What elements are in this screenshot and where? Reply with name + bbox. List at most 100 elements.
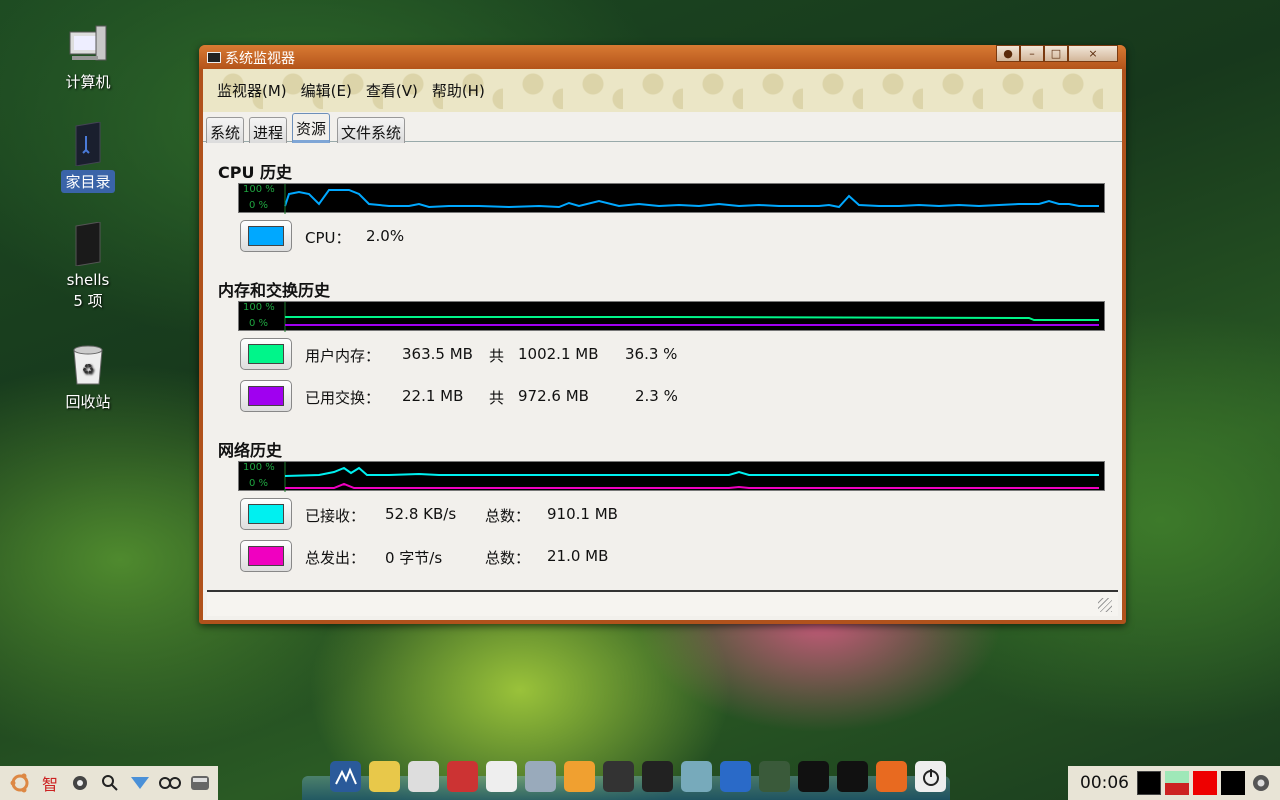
desktop-icon-home[interactable]: 家目录 <box>48 121 128 193</box>
clock[interactable]: 00:06 <box>1080 773 1129 793</box>
resize-grip-icon[interactable] <box>1098 598 1112 612</box>
qq-penguin-icon[interactable] <box>642 761 673 792</box>
system-monitor-window: 系统监视器 ● – □ × 监视器(M) 编辑(E) 查看(V) 帮助(H) 系… <box>199 45 1126 624</box>
menu-view[interactable]: 查看(V) <box>366 80 418 101</box>
video-clapper-icon[interactable] <box>447 761 478 792</box>
search-icon[interactable] <box>98 771 122 795</box>
network-history-title: 网络历史 <box>218 441 283 460</box>
received-total: 910.1 MB <box>547 505 618 523</box>
screen-icon[interactable] <box>759 761 790 792</box>
tab-resources[interactable]: 资源 <box>292 113 331 143</box>
menu-monitor[interactable]: 监视器(M) <box>217 80 287 101</box>
user-memory-total: 1002.1 MB <box>518 345 599 363</box>
sent-total: 21.0 MB <box>547 547 609 565</box>
load-monitor-applet-icon[interactable] <box>1221 771 1245 795</box>
swap-of: 共 <box>489 389 505 407</box>
tools-icon[interactable] <box>525 761 556 792</box>
maximize-button[interactable]: □ <box>1044 45 1068 62</box>
desktop-icon-trash[interactable]: ♻ 回收站 <box>48 342 128 413</box>
globe-icon[interactable] <box>720 761 751 792</box>
system-menu-icon[interactable] <box>1249 771 1273 795</box>
sent-rate: 0 字节/s <box>385 549 443 567</box>
input-method-icon[interactable]: 智 <box>38 771 62 795</box>
drive-icon[interactable] <box>188 771 212 795</box>
ubuntu-dock-icon[interactable] <box>876 761 907 792</box>
minimize-button[interactable]: – <box>1020 45 1044 62</box>
system-monitor-dock-icon[interactable] <box>330 761 361 792</box>
menu-edit[interactable]: 编辑(E) <box>301 80 352 101</box>
tab-filesystems[interactable]: 文件系统 <box>337 117 406 143</box>
cpu-history-graph: 100 % 0 % <box>238 183 1105 214</box>
menu-help[interactable]: 帮助(H) <box>432 80 485 101</box>
cpu-label: CPU： <box>305 229 351 247</box>
link-icon[interactable] <box>158 771 182 795</box>
user-memory-of: 共 <box>489 347 505 365</box>
desktop-icon-label: shells <box>66 271 110 289</box>
received-line <box>284 466 1099 477</box>
tab-processes[interactable]: 进程 <box>249 117 288 143</box>
sent-label: 总发出： <box>305 549 366 567</box>
dock-icons <box>330 761 946 792</box>
settings-icon[interactable] <box>681 761 712 792</box>
memory-history-title: 内存和交换历史 <box>218 281 331 300</box>
received-color-swatch <box>248 504 284 524</box>
browser-icon[interactable] <box>564 761 595 792</box>
tab-system[interactable]: 系统 <box>206 117 245 143</box>
close-button[interactable]: × <box>1068 45 1118 62</box>
network-icon[interactable] <box>128 771 152 795</box>
window-title: 系统监视器 <box>225 51 295 67</box>
power-icon[interactable] <box>915 761 946 792</box>
received-total-label: 总数： <box>485 507 531 525</box>
swap-used: 22.1 MB <box>402 387 464 405</box>
cpu-monitor-applet-icon[interactable] <box>1137 771 1161 795</box>
memory-monitor-applet-icon[interactable] <box>1165 771 1189 795</box>
gear-icon[interactable] <box>68 771 92 795</box>
received-label: 已接收： <box>305 507 366 525</box>
cpu-color-swatch <box>248 226 284 246</box>
svg-text:♻: ♻ <box>82 362 95 378</box>
user-memory-line <box>285 316 1099 321</box>
statusbar <box>207 590 1118 616</box>
trash-icon: ♻ <box>66 342 110 386</box>
received-rate: 52.8 KB/s <box>385 505 457 523</box>
home-folder-icon <box>66 121 110 167</box>
user-memory-label: 用户内存： <box>305 347 381 365</box>
swap-label: 已用交换： <box>305 389 381 407</box>
resources-panel: CPU 历史 100 % 0 % CPU： 2.0% 内存和交换历史 100 %… <box>203 143 1122 590</box>
folder-dock-icon[interactable] <box>798 761 829 792</box>
cpu-color-button[interactable] <box>240 220 292 252</box>
memory-history-graph: 100 % 0 % <box>238 301 1105 332</box>
desktop-icon-label: 计算机 <box>65 73 111 91</box>
sent-color-button[interactable] <box>240 540 292 572</box>
ubuntu-logo-icon[interactable] <box>8 771 32 795</box>
network-history-graph: 100 % 0 % <box>238 461 1105 492</box>
right-panel: 00:06 <box>1068 766 1280 800</box>
user-memory-color-button[interactable] <box>240 338 292 370</box>
chat-bubble-icon[interactable] <box>486 761 517 792</box>
tab-bar: 系统 进程 资源 文件系统 <box>203 112 1122 143</box>
window-titlebar[interactable]: 系统监视器 ● – □ × <box>199 45 1126 69</box>
cpu-history-title: CPU 历史 <box>218 163 293 182</box>
cpu-usage-line <box>284 189 1099 209</box>
network-monitor-applet-icon[interactable] <box>1193 771 1217 795</box>
swap-color-swatch <box>248 386 284 406</box>
swap-color-button[interactable] <box>240 380 292 412</box>
cpu-value: 2.0% <box>366 227 405 245</box>
desktop-icon-shells[interactable]: shells 5 项 <box>48 221 128 311</box>
left-panel: 智 <box>0 766 218 800</box>
folder-icon <box>66 221 110 267</box>
received-color-button[interactable] <box>240 498 292 530</box>
notes-icon[interactable] <box>369 761 400 792</box>
desktop-icon-label: 回收站 <box>65 393 111 411</box>
sent-total-label: 总数： <box>485 549 531 567</box>
terminal-icon[interactable] <box>837 761 868 792</box>
desktop-icon-computer[interactable]: 计算机 <box>48 22 128 93</box>
earth-icon[interactable] <box>603 761 634 792</box>
sent-color-swatch <box>248 546 284 566</box>
menubar: 监视器(M) 编辑(E) 查看(V) 帮助(H) <box>203 69 1122 112</box>
desktop-icon-label: 家目录 <box>61 170 115 193</box>
user-memory-used: 363.5 MB <box>402 345 473 363</box>
window-menu-button[interactable]: ● <box>996 45 1020 62</box>
speaker-icon[interactable] <box>408 761 439 792</box>
monitor-app-icon <box>207 52 221 63</box>
